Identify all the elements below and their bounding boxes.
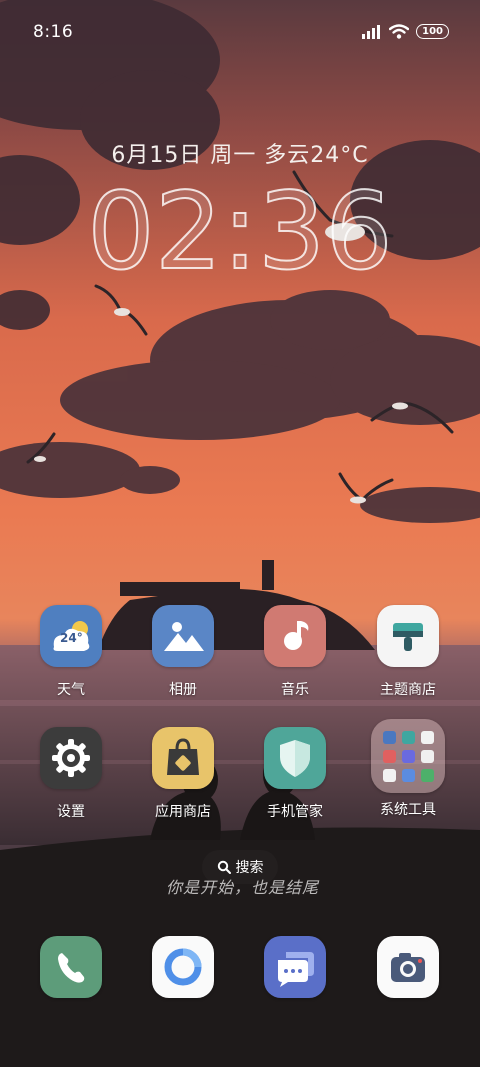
app-system-tools-folder[interactable]: 系统工具 [353,719,463,819]
status-icons: 100 [362,24,449,39]
app-label: 天气 [57,682,85,698]
lockscreen-clock: 02:36 [86,170,393,293]
app-label: 应用商店 [155,804,211,820]
app-gallery[interactable]: 相册 [128,605,238,699]
app-label: 音乐 [281,682,309,698]
dock-phone[interactable] [16,936,126,998]
signal-icon [362,24,381,39]
messages-icon [264,936,326,998]
dock-messages[interactable] [240,936,350,998]
wifi-icon [389,24,410,39]
wallpaper-handwriting-text: 你是开始，也是结尾 [165,878,319,897]
camera-icon [377,936,439,998]
status-time: 8:16 [33,22,74,42]
app-label: 系统工具 [380,802,436,818]
system-tools-folder-icon [371,719,445,793]
app-theme-store[interactable]: 主题商店 [353,605,463,699]
theme-store-icon [377,605,439,667]
app-music[interactable]: 音乐 [240,605,350,699]
phone-icon [40,936,102,998]
dock-camera[interactable] [353,936,463,998]
battery-icon: 100 [416,24,449,39]
app-label: 主题商店 [380,682,436,698]
weather-badge-text: 24° [60,631,83,645]
weather-icon: 24° [40,605,102,667]
settings-icon [40,727,102,789]
app-store-icon [152,727,214,789]
phone-manager-icon [264,727,326,789]
app-label: 设置 [57,804,85,820]
app-phone-manager[interactable]: 手机管家 [240,727,350,821]
search-icon [217,860,231,874]
dock-browser[interactable] [128,936,238,998]
app-label: 手机管家 [267,804,323,820]
status-bar: 8:16 100 [0,22,480,48]
app-label: 相册 [169,682,197,698]
lockscreen-date: 6月15日 周一 多云24°C [111,143,369,168]
gallery-icon [152,605,214,667]
app-app-store[interactable]: 应用商店 [128,727,238,821]
app-weather[interactable]: 24° 天气 [16,605,126,699]
music-icon [264,605,326,667]
browser-icon [152,936,214,998]
app-settings[interactable]: 设置 [16,727,126,821]
